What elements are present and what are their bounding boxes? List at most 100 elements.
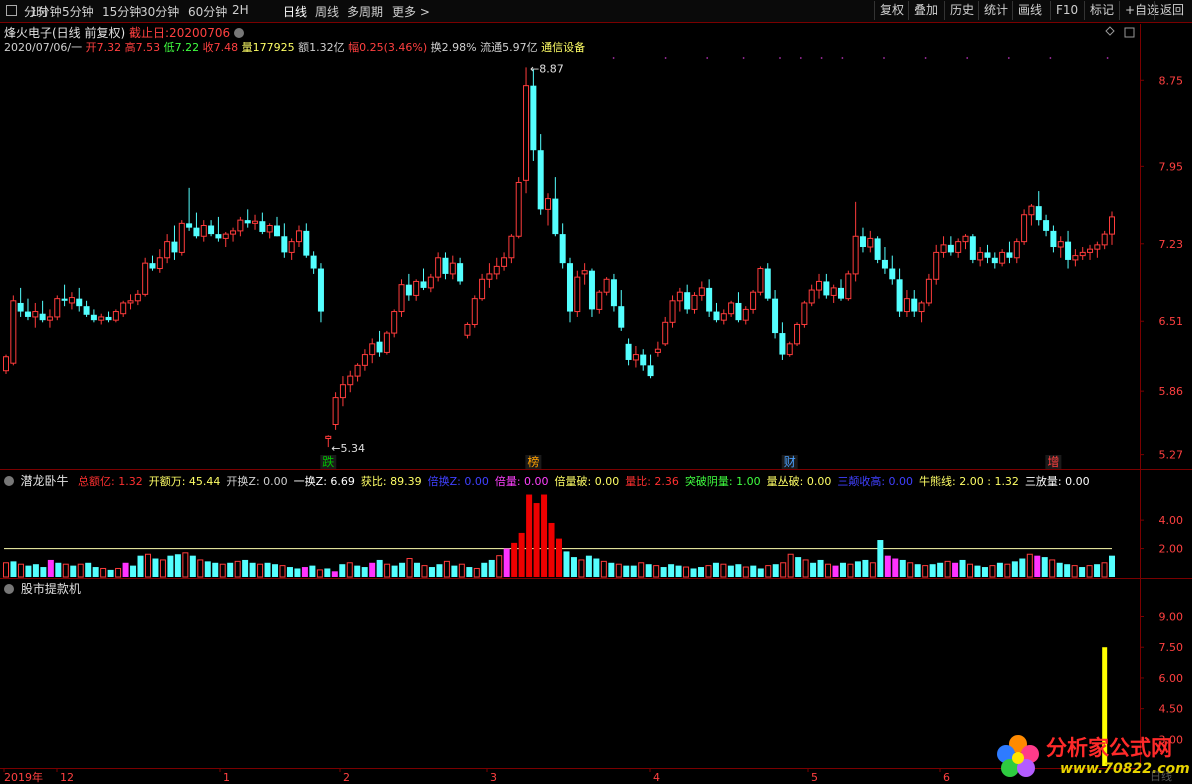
ind1-bar <box>623 565 630 577</box>
ind1-bar <box>967 563 974 578</box>
ind1-bar <box>212 562 219 577</box>
ind1-bar <box>526 494 533 577</box>
candle-body <box>925 278 932 304</box>
candle-body <box>281 236 288 253</box>
ind1-bar <box>458 563 465 578</box>
time-tick-label: 12 <box>60 771 74 784</box>
ind1-bar <box>810 562 817 577</box>
ind1-bar <box>107 569 114 577</box>
candle-body <box>772 298 779 334</box>
candle-body <box>911 298 918 312</box>
ind1-bar <box>697 567 704 577</box>
candle-body <box>142 262 149 295</box>
ind1-bar <box>55 562 62 577</box>
logo-title: 分析家公式网 <box>1046 735 1172 760</box>
ind1-bar <box>1056 562 1063 577</box>
ind1-bar <box>1004 563 1011 578</box>
candle-body <box>837 287 844 299</box>
corner-label: 日线 <box>1150 770 1172 783</box>
ind1-bar <box>436 564 443 577</box>
ind1-bar <box>600 560 607 578</box>
candle-body <box>728 302 735 315</box>
candle-body <box>479 278 486 300</box>
candle-body <box>896 279 903 312</box>
candle-body <box>676 291 683 302</box>
candle-body <box>889 268 896 280</box>
ind1-bar <box>1064 564 1071 577</box>
ind1-bar <box>309 565 316 577</box>
ind1-bar <box>608 562 615 577</box>
ind1-bar <box>937 562 944 577</box>
ind1-bar <box>1041 557 1048 577</box>
candle-body <box>552 198 559 235</box>
ind1-bar <box>488 559 495 577</box>
candle-body <box>295 230 302 243</box>
candle-body <box>237 219 244 232</box>
ind1-bar <box>563 551 570 577</box>
ind1-bar <box>712 562 719 577</box>
ind1-bar <box>77 563 84 578</box>
chart-canvas[interactable]: 8.75 7.95 7.23 6.51 5.86 5.27 ←8.87 ←5.34跌 榜 财 增 4.… <box>0 0 1192 784</box>
ind1-bar <box>369 562 376 577</box>
ind1-bar <box>832 565 839 577</box>
ind1-bar <box>152 558 159 577</box>
ind1-bar <box>466 567 473 577</box>
ind1-bar <box>892 558 899 577</box>
candle-body <box>933 251 940 280</box>
ind2-tick-label: 6.00 <box>1159 672 1184 685</box>
ind1-bar <box>1049 559 1056 578</box>
window-icon <box>1124 27 1135 38</box>
candle-body <box>794 323 801 345</box>
ind1-bar <box>1019 558 1026 577</box>
candle-body <box>449 262 456 275</box>
candle-body <box>523 85 530 181</box>
ind1-bar <box>869 562 876 578</box>
candle-body <box>1013 241 1020 259</box>
low-label: ←5.34 <box>331 442 365 455</box>
candle-body <box>32 311 39 318</box>
price-tick-label: 7.23 <box>1159 238 1184 251</box>
ind1-bar <box>802 559 809 578</box>
ind1-bar <box>884 555 891 577</box>
candle-body <box>816 280 823 291</box>
ind1-bar <box>757 568 764 577</box>
candle-body <box>274 225 281 237</box>
candle-body <box>574 276 581 313</box>
candle-body <box>427 276 434 289</box>
ind1-bar <box>32 564 39 577</box>
candle-body <box>83 306 90 315</box>
ind1-bar <box>257 563 264 578</box>
candle-body <box>266 225 273 233</box>
marker-dot <box>664 57 667 59</box>
ind1-bar <box>354 565 361 577</box>
candle-body <box>779 333 786 355</box>
candle-body <box>640 354 647 366</box>
ind1-bar <box>638 562 645 578</box>
ind1-bar <box>847 563 854 578</box>
ind1-bar <box>727 565 734 577</box>
ind1-bar <box>137 555 144 577</box>
ind1-bar <box>473 567 480 578</box>
marker-dot <box>841 57 844 59</box>
ind1-bar <box>668 564 675 577</box>
ind1-bar <box>1109 555 1115 577</box>
marker-dot <box>820 57 823 59</box>
time-tick-label: 4 <box>653 771 660 784</box>
ind1-bar <box>40 567 47 577</box>
time-tick-label: 1 <box>223 771 230 784</box>
price-tick-label: 8.75 <box>1159 74 1184 87</box>
candle-body <box>1065 241 1072 260</box>
ind1-bar <box>742 566 749 578</box>
price-tick-label: 6.51 <box>1159 315 1184 328</box>
ind1-bar <box>443 560 450 578</box>
ind1-bar <box>399 562 406 577</box>
candle-body <box>603 278 610 293</box>
candle-body <box>537 150 544 210</box>
ind1-bar <box>361 567 368 577</box>
signal-marker: 跌 <box>322 454 334 469</box>
marker-dot <box>966 57 969 59</box>
marker-dot <box>1007 57 1010 59</box>
ind1-bar <box>996 562 1003 577</box>
ind1-bar <box>122 562 129 577</box>
marker-dot <box>924 57 927 59</box>
